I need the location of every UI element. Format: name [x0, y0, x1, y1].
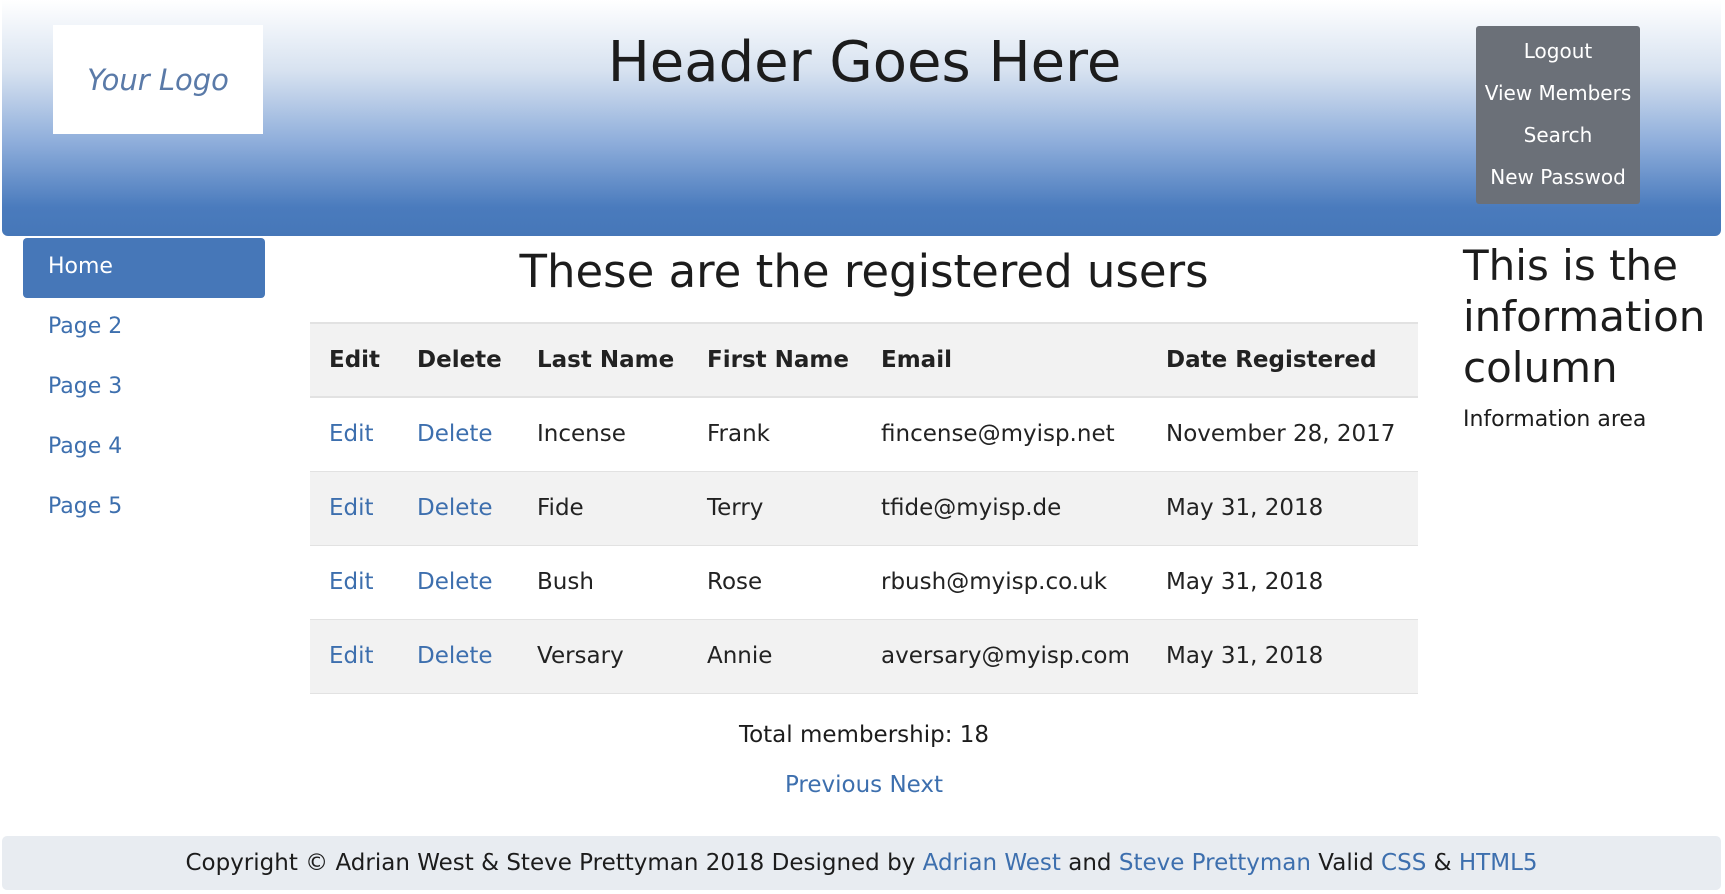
edit-link[interactable]: Edit — [310, 619, 398, 694]
top-nav-menu: Logout View Members Search New Passwod — [1476, 26, 1640, 204]
edit-link[interactable]: Edit — [310, 397, 398, 472]
logout-link[interactable]: Logout — [1524, 36, 1592, 78]
table-row: Edit Delete Incense Frank fincense@myisp… — [310, 397, 1418, 472]
column-header-last-name: Last Name — [518, 322, 688, 398]
table-row: Edit Delete Versary Annie aversary@myisp… — [310, 619, 1418, 694]
column-header-date-registered: Date Registered — [1147, 322, 1418, 398]
column-header-edit: Edit — [310, 322, 398, 398]
total-membership: Total membership: 18 — [738, 721, 990, 748]
info-title: This is the information column — [1463, 241, 1706, 392]
cell-first-name: Terry — [688, 471, 862, 546]
cell-first-name: Frank — [688, 397, 862, 472]
cell-last-name: Versary — [518, 619, 688, 694]
page-header: Your Logo Header Goes Here Logout View M… — [2, 0, 1721, 236]
table-row: Edit Delete Fide Terry tfide@myisp.de Ma… — [310, 471, 1418, 546]
main-content: These are the registered users Edit Dele… — [310, 238, 1418, 798]
author-adrian-west-link[interactable]: Adrian West — [923, 850, 1061, 876]
sidebar-item-home[interactable]: Home — [23, 238, 265, 298]
logo[interactable]: Your Logo — [53, 25, 263, 134]
cell-date-registered: May 31, 2018 — [1147, 619, 1418, 694]
cell-date-registered: November 28, 2017 — [1147, 397, 1418, 472]
delete-link[interactable]: Delete — [398, 545, 518, 620]
page-title: These are the registered users — [519, 245, 1209, 298]
info-column: This is the information column Informati… — [1463, 240, 1713, 432]
css-validator-link[interactable]: CSS — [1381, 850, 1426, 876]
search-link[interactable]: Search — [1524, 120, 1593, 162]
users-table: Edit Delete Last Name First Name Email D… — [310, 322, 1418, 694]
next-link[interactable]: Next — [889, 772, 943, 798]
column-header-email: Email — [862, 322, 1147, 398]
author-steve-prettyman-link[interactable]: Steve Prettyman — [1119, 850, 1311, 876]
footer-valid-text: Valid — [1318, 850, 1374, 876]
column-header-delete: Delete — [398, 322, 518, 398]
view-members-link[interactable]: View Members — [1485, 78, 1632, 120]
table-header-row: Edit Delete Last Name First Name Email D… — [310, 322, 1418, 398]
sidebar-item-page-2[interactable]: Page 2 — [23, 298, 265, 358]
info-text: Information area — [1463, 407, 1647, 432]
sidebar-nav: Home Page 2 Page 3 Page 4 Page 5 — [23, 238, 265, 538]
footer-amp-text: & — [1433, 850, 1452, 876]
delete-link[interactable]: Delete — [398, 619, 518, 694]
column-header-first-name: First Name — [688, 322, 862, 398]
cell-email: aversary@myisp.com — [862, 619, 1147, 694]
delete-link[interactable]: Delete — [398, 397, 518, 472]
sidebar-item-page-3[interactable]: Page 3 — [23, 358, 265, 418]
cell-date-registered: May 31, 2018 — [1147, 471, 1418, 546]
cell-email: rbush@myisp.co.uk — [862, 545, 1147, 620]
table-row: Edit Delete Bush Rose rbush@myisp.co.uk … — [310, 545, 1418, 620]
cell-email: tfide@myisp.de — [862, 471, 1147, 546]
copyright-text: Copyright © Adrian West & Steve Prettyma… — [185, 850, 916, 876]
footer-and-text: and — [1068, 850, 1112, 876]
html5-validator-link[interactable]: HTML5 — [1459, 850, 1538, 876]
cell-email: fincense@myisp.net — [862, 397, 1147, 472]
cell-last-name: Bush — [518, 545, 688, 620]
previous-link[interactable]: Previous — [785, 772, 882, 798]
new-password-link[interactable]: New Passwod — [1490, 162, 1626, 204]
cell-last-name: Fide — [518, 471, 688, 546]
logo-text: Your Logo — [87, 62, 229, 97]
cell-date-registered: May 31, 2018 — [1147, 545, 1418, 620]
edit-link[interactable]: Edit — [310, 545, 398, 620]
cell-first-name: Annie — [688, 619, 862, 694]
sidebar-item-page-4[interactable]: Page 4 — [23, 418, 265, 478]
cell-last-name: Incense — [518, 397, 688, 472]
page-footer: Copyright © Adrian West & Steve Prettyma… — [2, 836, 1721, 890]
cell-first-name: Rose — [688, 545, 862, 620]
pagination: Previous Next — [310, 772, 1418, 798]
sidebar-item-page-5[interactable]: Page 5 — [23, 478, 265, 538]
delete-link[interactable]: Delete — [398, 471, 518, 546]
edit-link[interactable]: Edit — [310, 471, 398, 546]
